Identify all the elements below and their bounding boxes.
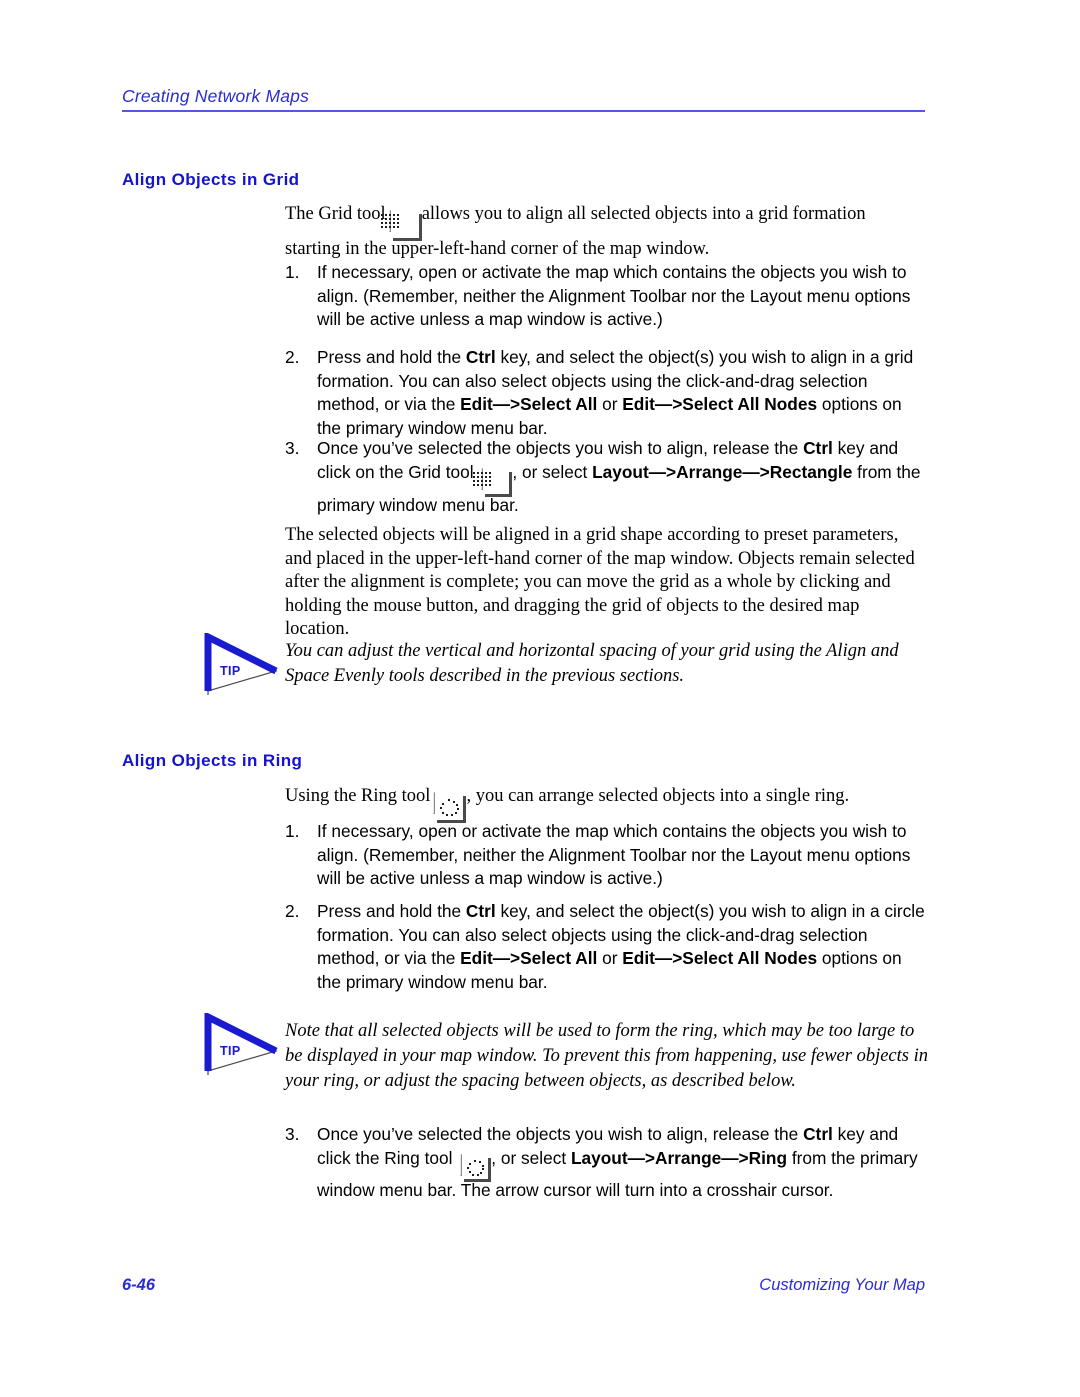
tip-callout: TIP You can adjust the vertical and hori… [122,633,928,713]
step-text-run: Once you’ve selected the objects you wis… [317,1124,804,1144]
step-number: 3. [285,438,300,458]
step-text-run: or [597,394,623,415]
step-bold-run: Edit—>Select All Nodes [622,394,818,415]
grid-dot-matrix [473,471,492,486]
step-text-run: Press and hold the [317,347,466,367]
ring-intro-text-before: Using the Ring tool [285,786,431,806]
step-bold-run: Ctrl [803,438,833,458]
step-item: 3. Once you’ve selected the objects you … [285,437,930,517]
step-text: Press and hold the Ctrl key, and select … [317,900,930,994]
step-item: 1. If necessary, open or activate the ma… [285,820,930,891]
tip-pennant-icon: TIP [204,1013,282,1075]
step-bold-run: Layout—>Arrange—>Ring [570,1147,788,1168]
section-heading-align-ring: Align Objects in Ring [122,751,303,770]
step-text: Press and hold the Ctrl key, and select … [317,346,930,440]
step-item: 2. Press and hold the Ctrl key, and sele… [285,900,930,994]
tip-pennant-icon: TIP [204,633,282,695]
page-footer: 6-46 Customizing Your Map [122,1276,925,1300]
step-number: 3. [285,1124,300,1144]
ring-tool-icon[interactable] [460,1153,492,1182]
tip-text: You can adjust the vertical and horizont… [285,641,899,686]
step-text-run: Press and hold the [317,901,466,921]
grid-tool-icon[interactable] [380,210,422,241]
step-text-run: , or select [491,1147,571,1168]
ring-tool-icon[interactable] [433,792,467,823]
step-bold-run: Ctrl [465,901,496,921]
footer-section-name: Customizing Your Map [759,1276,925,1294]
ring-intro-text-after: , you can arrange selected objects into … [466,786,850,806]
tip-label: TIP [220,1044,241,1058]
grid-intro-paragraph: The Grid tool allows you to align all sel… [285,203,925,262]
step-text-run: , or select [512,461,593,482]
step-number: 2. [285,901,300,921]
step-number: 1. [285,262,300,282]
step-text-run: or [597,948,623,969]
step-number: 1. [285,821,300,841]
grid-intro-text-before: The Grid tool [285,204,386,224]
footer-page-number: 6-46 [122,1276,156,1294]
step-item: 2. Press and hold the Ctrl key, and sele… [285,346,930,440]
step-bold-run: Edit—>Select All [460,948,598,969]
step-bold-run: Edit—>Select All [460,394,598,415]
grid-tool-icon[interactable] [473,467,513,497]
step-bold-run: Ctrl [465,347,496,367]
header-divider [122,110,925,112]
step-text: If necessary, open or activate the map w… [317,262,911,330]
step-item: 1. If necessary, open or activate the ma… [285,261,930,332]
step-text: Once you’ve selected the objects you wis… [317,1123,930,1202]
step-text: If necessary, open or activate the map w… [317,821,911,889]
grid-closing-paragraph: The selected objects will be aligned in … [285,525,915,639]
tip-text: Note that all selected objects will be u… [285,1021,928,1091]
step-text: Once you’ve selected the objects you wis… [317,437,930,517]
grid-dot-matrix [380,214,399,228]
tip-label: TIP [220,664,241,678]
tip-callout: TIP Note that all selected objects will … [122,1013,928,1113]
step-text-run: Once you’ve selected the objects you wis… [317,438,804,458]
running-header-title: Creating Network Maps [122,86,310,106]
step-bold-run: Ctrl [803,1124,833,1144]
section-heading-align-grid: Align Objects in Grid [122,170,300,189]
step-item: 3. Once you’ve selected the objects you … [285,1123,930,1202]
step-number: 2. [285,347,300,367]
step-bold-run: Layout—>Arrange—>Rectangle [592,461,853,482]
running-header: Creating Network Maps [122,86,925,112]
document-page: Creating Network Maps Align Objects in G… [0,0,1080,1397]
step-bold-run: Edit—>Select All Nodes [622,948,818,969]
ring-intro-paragraph: Using the Ring tool , you can arrange se… [285,785,925,823]
